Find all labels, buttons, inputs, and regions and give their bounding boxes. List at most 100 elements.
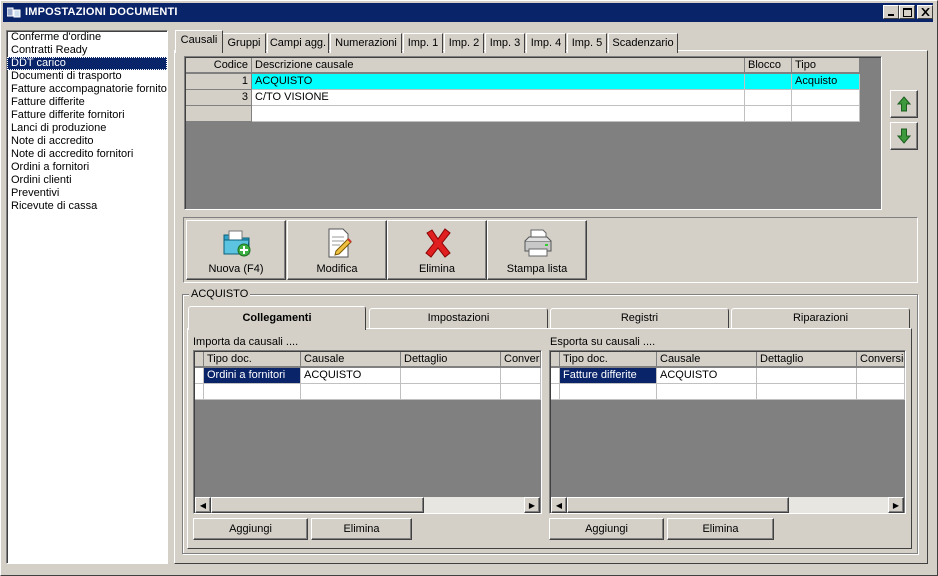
export-doc-cell[interactable] xyxy=(560,384,657,400)
scroll-left-icon[interactable]: ◀ xyxy=(551,497,567,513)
causale-desc-cell[interactable]: ACQUISTO xyxy=(252,74,745,90)
sidebar-item[interactable]: Ricevute di cassa xyxy=(7,200,167,213)
import-col-conversione[interactable]: Conversione xyxy=(501,352,541,367)
col-header-blocco[interactable]: Blocco xyxy=(745,58,792,73)
import-grid[interactable]: Tipo doc. Causale Dettaglio Conversione … xyxy=(193,350,542,514)
sidebar-item[interactable]: Conferme d'ordine xyxy=(7,31,167,44)
subtab-riparazioni[interactable]: Riparazioni xyxy=(731,308,910,328)
col-header-descrizione[interactable]: Descrizione causale xyxy=(252,58,745,73)
export-col-causale[interactable]: Causale xyxy=(657,352,757,367)
row-selector[interactable] xyxy=(195,368,204,384)
sidebar-item[interactable]: Lanci di produzione xyxy=(7,122,167,135)
import-add-button[interactable]: Aggiungi xyxy=(193,518,308,540)
document-type-list[interactable]: Conferme d'ordine Contratti Ready DDT cari… xyxy=(6,30,168,564)
import-causale-cell[interactable]: ACQUISTO xyxy=(301,368,401,384)
sidebar-item[interactable]: DDT carico xyxy=(7,57,167,70)
row-selector[interactable] xyxy=(551,368,560,384)
edit-button[interactable]: Modifica xyxy=(287,220,387,280)
tab-scadenzario[interactable]: Scadenzario xyxy=(608,33,678,53)
export-det-cell[interactable] xyxy=(757,368,857,384)
scroll-right-icon[interactable]: ▶ xyxy=(888,497,904,513)
tab-causali[interactable]: Causali xyxy=(175,30,223,53)
sidebar-item[interactable]: Note di accredito xyxy=(7,135,167,148)
import-causale-cell[interactable] xyxy=(301,384,401,400)
sidebar-item[interactable]: Fatture differite xyxy=(7,96,167,109)
export-col-tipo-doc[interactable]: Tipo doc. xyxy=(560,352,657,367)
export-conv-cell[interactable] xyxy=(857,384,905,400)
move-up-button[interactable] xyxy=(890,90,918,118)
tab-gruppi[interactable]: Gruppi xyxy=(222,33,266,53)
row-code-cell[interactable]: 1 xyxy=(186,74,252,90)
sidebar-item[interactable]: Ordini clienti xyxy=(7,174,167,187)
sidebar-item[interactable]: Preventivi xyxy=(7,187,167,200)
sidebar-item[interactable]: Note di accredito fornitori xyxy=(7,148,167,161)
subtab-registri[interactable]: Registri xyxy=(550,308,729,328)
scroll-thumb[interactable] xyxy=(211,497,424,513)
export-col-conversione[interactable]: Conversione xyxy=(857,352,905,367)
tab-imp-5[interactable]: Imp. 5 xyxy=(567,33,607,53)
causale-type-cell[interactable]: Acquisto xyxy=(792,74,860,90)
tab-campi-agg[interactable]: Campi agg. xyxy=(267,33,329,53)
causale-block-cell[interactable] xyxy=(745,90,792,106)
import-delete-button[interactable]: Elimina xyxy=(311,518,412,540)
sidebar-item[interactable]: Documenti di trasporto xyxy=(7,70,167,83)
print-list-label: Stampa lista xyxy=(506,263,568,275)
export-det-cell[interactable] xyxy=(757,384,857,400)
maximize-button[interactable] xyxy=(899,5,915,19)
export-col-dettaglio[interactable]: Dettaglio xyxy=(757,352,857,367)
col-header-codice[interactable]: Codice xyxy=(186,58,252,73)
tab-imp-1[interactable]: Imp. 1 xyxy=(403,33,443,53)
scroll-thumb[interactable] xyxy=(567,497,789,513)
import-conv-cell[interactable] xyxy=(501,368,541,384)
import-col-tipo-doc[interactable]: Tipo doc. xyxy=(204,352,301,367)
new-button[interactable]: Nuova (F4) xyxy=(186,220,286,280)
tab-imp-3[interactable]: Imp. 3 xyxy=(485,33,525,53)
sidebar-item[interactable]: Contratti Ready xyxy=(7,44,167,57)
import-col-dettaglio[interactable]: Dettaglio xyxy=(401,352,501,367)
move-down-button[interactable] xyxy=(890,122,918,150)
delete-button[interactable]: Elimina xyxy=(387,220,487,280)
sidebar-item[interactable]: Fatture accompagnatorie fornitori xyxy=(7,83,167,96)
import-det-cell[interactable] xyxy=(401,368,501,384)
sidebar-item[interactable]: Fatture differite fornitori xyxy=(7,109,167,122)
print-list-button[interactable]: Stampa lista xyxy=(487,220,587,280)
import-conv-cell[interactable] xyxy=(501,384,541,400)
causale-type-cell[interactable] xyxy=(792,90,860,106)
causali-grid[interactable]: Codice Descrizione causale Blocco Tipo 1… xyxy=(184,56,882,210)
row-code-cell[interactable] xyxy=(186,106,252,122)
sidebar-item[interactable]: Ordini a fornitori xyxy=(7,161,167,174)
causale-type-cell[interactable] xyxy=(792,106,860,122)
export-add-button[interactable]: Aggiungi xyxy=(549,518,664,540)
tab-imp-4[interactable]: Imp. 4 xyxy=(526,33,566,53)
causale-block-cell[interactable] xyxy=(745,74,792,90)
import-doc-cell[interactable] xyxy=(204,384,301,400)
subtab-collegamenti[interactable]: Collegamenti xyxy=(188,306,366,330)
causale-desc-cell[interactable] xyxy=(252,106,745,122)
export-h-scrollbar[interactable]: ◀ ▶ xyxy=(551,497,904,513)
export-causale-cell[interactable] xyxy=(657,384,757,400)
col-header-tipo[interactable]: Tipo xyxy=(792,58,860,73)
import-h-scrollbar[interactable]: ◀ ▶ xyxy=(195,497,540,513)
tab-numerazioni[interactable]: Numerazioni xyxy=(330,33,402,53)
import-col-causale[interactable]: Causale xyxy=(301,352,401,367)
export-conv-cell[interactable] xyxy=(857,368,905,384)
title-bar[interactable]: IMPOSTAZIONI DOCUMENTI xyxy=(3,3,933,22)
causale-desc-cell[interactable]: C/TO VISIONE xyxy=(252,90,745,106)
tab-imp-2[interactable]: Imp. 2 xyxy=(444,33,484,53)
export-grid[interactable]: Tipo doc. Causale Dettaglio Conversione … xyxy=(549,350,906,514)
causale-block-cell[interactable] xyxy=(745,106,792,122)
minimize-button[interactable] xyxy=(883,5,899,19)
row-code-cell[interactable]: 3 xyxy=(186,90,252,106)
export-doc-cell[interactable]: Fatture differite xyxy=(560,368,657,384)
export-delete-button[interactable]: Elimina xyxy=(667,518,774,540)
export-causale-cell[interactable]: ACQUISTO xyxy=(657,368,757,384)
import-doc-cell[interactable]: Ordini a fornitori xyxy=(204,368,301,384)
scroll-right-icon[interactable]: ▶ xyxy=(524,497,540,513)
scroll-left-icon[interactable]: ◀ xyxy=(195,497,211,513)
row-selector[interactable] xyxy=(195,384,204,400)
subtab-impostazioni[interactable]: Impostazioni xyxy=(369,308,548,328)
row-selector[interactable] xyxy=(551,384,560,400)
close-button[interactable] xyxy=(917,5,933,19)
import-det-cell[interactable] xyxy=(401,384,501,400)
new-button-label: Nuova (F4) xyxy=(208,263,264,275)
